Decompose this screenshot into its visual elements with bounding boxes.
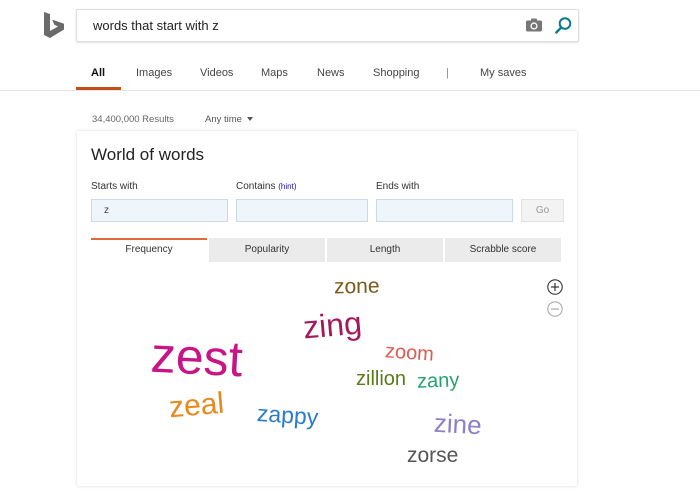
tab-scrabble-score[interactable]: Scrabble score [445, 238, 561, 262]
cloud-word-zeal[interactable]: zeal [168, 387, 226, 425]
tab-length[interactable]: Length [327, 238, 443, 262]
cloud-word-zest[interactable]: zest [150, 327, 245, 388]
contains-input[interactable] [236, 199, 368, 222]
search-icon[interactable] [554, 16, 573, 35]
starts-with-label: Starts with [91, 181, 138, 192]
search-input[interactable] [93, 10, 513, 41]
bing-logo-icon[interactable] [40, 11, 68, 41]
world-of-words-card: World of words Starts with Contains (hin… [77, 131, 577, 486]
contains-label-group: Contains (hint) [236, 181, 296, 192]
zoom-out-icon[interactable] [547, 301, 563, 317]
search-scope-tabs: All Images Videos Maps News Shopping | M… [0, 60, 700, 91]
tab-maps[interactable]: Maps [261, 67, 288, 79]
active-tab-underline [76, 87, 121, 90]
tab-all[interactable]: All [91, 67, 105, 79]
cloud-word-zoom[interactable]: zoom [384, 340, 434, 365]
cloud-word-zorse[interactable]: zorse [407, 445, 458, 466]
cloud-word-zappy[interactable]: zappy [256, 400, 319, 430]
results-count: 34,400,000 Results [92, 114, 174, 125]
chevron-down-icon [246, 117, 253, 122]
camera-icon[interactable] [525, 17, 543, 33]
cloud-word-zillion[interactable]: zillion [356, 369, 406, 389]
tab-videos[interactable]: Videos [200, 67, 233, 79]
starts-with-input[interactable] [91, 199, 228, 222]
nav-divider: | [446, 67, 449, 79]
cloud-word-zone[interactable]: zone [334, 275, 380, 299]
card-title: World of words [91, 145, 205, 164]
time-filter-label: Any time [205, 114, 242, 125]
cloud-word-zany[interactable]: zany [417, 369, 460, 392]
time-filter-dropdown[interactable]: Any time [205, 114, 253, 125]
tab-popularity[interactable]: Popularity [209, 238, 325, 262]
tab-shopping[interactable]: Shopping [373, 67, 420, 79]
zoom-in-icon[interactable] [547, 279, 563, 295]
tab-news[interactable]: News [317, 67, 345, 79]
tab-my-saves[interactable]: My saves [480, 67, 526, 79]
cloud-word-zine[interactable]: zine [433, 408, 482, 440]
ends-with-label: Ends with [376, 181, 420, 192]
search-box [76, 9, 579, 42]
tab-frequency[interactable]: Frequency [91, 238, 207, 262]
go-button[interactable]: Go [521, 199, 564, 222]
contains-label: Contains [236, 181, 276, 192]
cloud-word-zing[interactable]: zing [302, 305, 364, 346]
tab-images[interactable]: Images [136, 67, 172, 79]
hint-link[interactable]: (hint) [278, 182, 296, 191]
ends-with-input[interactable] [376, 199, 513, 222]
